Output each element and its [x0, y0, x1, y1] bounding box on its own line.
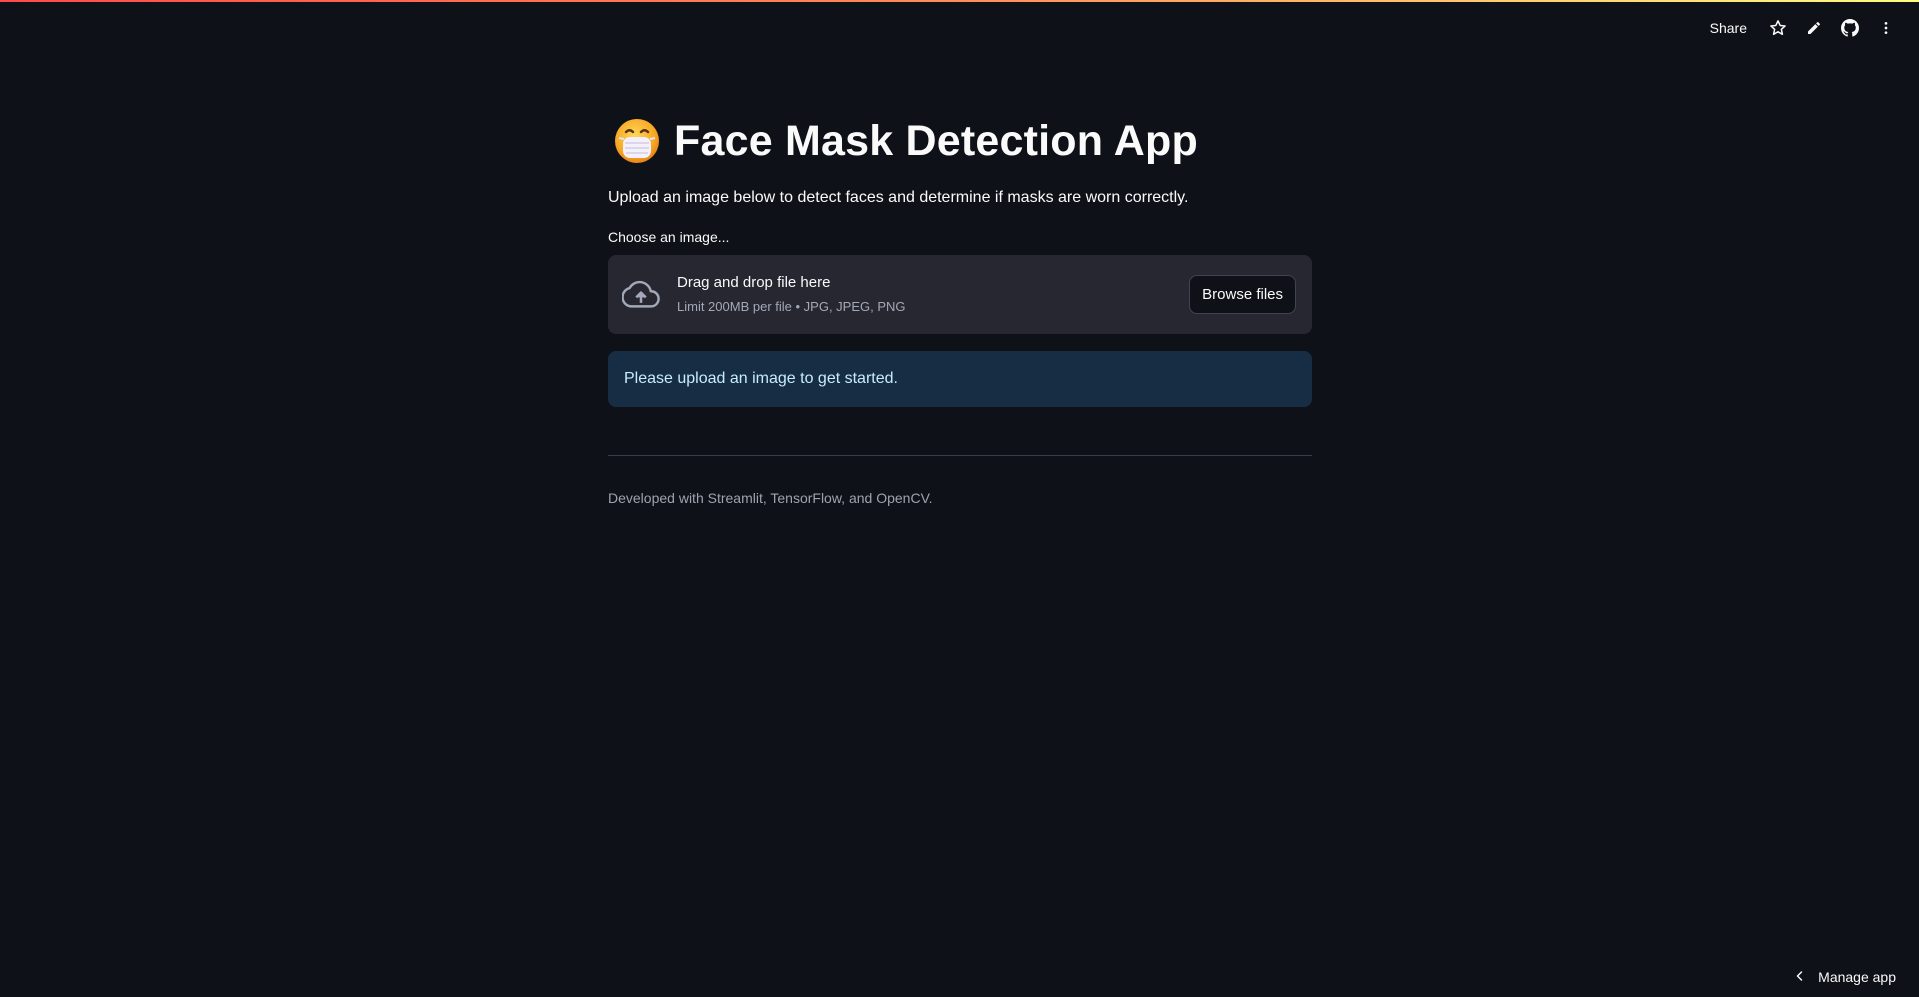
cloud-upload-icon — [621, 276, 660, 314]
github-icon[interactable] — [1839, 17, 1861, 39]
face-with-medical-mask-icon — [614, 118, 660, 164]
file-dropzone[interactable]: Drag and drop file here Limit 200MB per … — [608, 255, 1312, 334]
title-row: Face Mask Detection App — [608, 108, 1312, 174]
info-alert: Please upload an image to get started. — [608, 351, 1312, 407]
chevron-left-icon — [1794, 969, 1806, 985]
star-icon[interactable] — [1767, 17, 1789, 39]
pencil-icon[interactable] — [1803, 17, 1825, 39]
divider — [608, 455, 1312, 456]
browse-files-button[interactable]: Browse files — [1189, 275, 1296, 314]
footer-text: Developed with Streamlit, TensorFlow, an… — [608, 490, 933, 506]
manage-app-button[interactable]: Manage app — [1794, 969, 1896, 985]
drop-instruction: Drag and drop file here — [677, 274, 831, 291]
file-limit-text: Limit 200MB per file • JPG, JPEG, PNG — [677, 299, 906, 314]
more-vert-icon[interactable] — [1875, 17, 1897, 39]
main-content: Face Mask Detection App Upload an image … — [608, 108, 1312, 506]
manage-app-label: Manage app — [1818, 969, 1896, 985]
page-title: Face Mask Detection App — [674, 116, 1198, 165]
page-subtitle: Upload an image below to detect faces an… — [608, 189, 1189, 206]
uploader-label: Choose an image... — [608, 229, 730, 245]
share-button[interactable]: Share — [1704, 16, 1753, 40]
toolbar: Share — [1704, 14, 1897, 42]
top-accent-bar — [0, 0, 1919, 2]
dropzone-text: Drag and drop file here Limit 200MB per … — [677, 274, 906, 314]
